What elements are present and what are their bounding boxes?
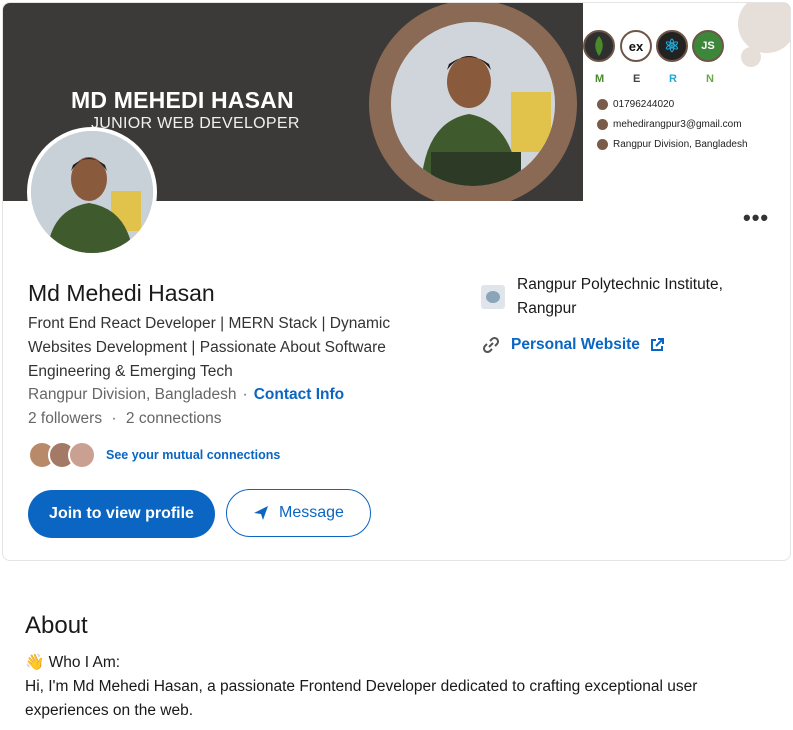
mern-letter-e: E xyxy=(633,73,641,85)
banner-photo xyxy=(391,22,555,186)
decorative-dot xyxy=(741,47,761,67)
profile-network-row: 2 followers · 2 connections xyxy=(28,410,222,428)
profile-card: MD MEHEDI HASAN JUNIOR WEB DEVELOPER ex … xyxy=(2,2,791,561)
banner-role: JUNIOR WEB DEVELOPER xyxy=(91,115,300,132)
mutual-avatar xyxy=(68,441,96,469)
banner-name: MD MEHEDI HASAN xyxy=(71,87,294,113)
external-link-icon[interactable] xyxy=(650,338,664,352)
banner-phone-text: 01796244020 xyxy=(613,99,675,110)
about-heading: About xyxy=(25,612,88,639)
express-icon: ex xyxy=(620,30,652,62)
website-entry[interactable]: Personal Website xyxy=(481,335,664,355)
link-chain-icon xyxy=(482,336,500,354)
avatar[interactable] xyxy=(27,127,157,257)
about-who-i-am: 👋 Who I Am: xyxy=(25,653,120,672)
send-icon xyxy=(254,506,269,520)
banner-address-text: Rangpur Division, Bangladesh xyxy=(613,139,748,150)
about-who-label: Who I Am: xyxy=(48,654,121,671)
message-label: Message xyxy=(279,504,344,521)
phone-icon xyxy=(597,99,608,110)
school-name[interactable]: Rangpur Polytechnic Institute, Rangpur xyxy=(517,273,757,321)
location-pin-icon xyxy=(597,139,608,150)
banner-photo-ring xyxy=(369,3,577,201)
mongodb-leaf-icon xyxy=(583,30,615,62)
banner-email-text: mehedirangpur3@gmail.com xyxy=(613,119,742,130)
followers-count: 2 followers xyxy=(28,410,103,427)
separator-dot: · xyxy=(111,410,117,427)
message-button[interactable]: Message xyxy=(226,489,371,537)
mutual-connections[interactable]: See your mutual connections xyxy=(28,441,280,469)
about-text: Hi, I'm Md Mehedi Hasan, a passionate Fr… xyxy=(25,678,698,719)
education-entry[interactable]: Rangpur Polytechnic Institute, Rangpur xyxy=(481,273,757,321)
banner-address: Rangpur Division, Bangladesh xyxy=(597,139,748,150)
mern-letter-m: M xyxy=(595,73,605,85)
profile-name: Md Mehedi Hasan xyxy=(28,280,215,306)
mern-letter-r: R xyxy=(669,73,677,85)
connections-count: 2 connections xyxy=(125,410,222,427)
more-options-button[interactable]: ••• xyxy=(743,207,769,229)
mutual-connections-link[interactable]: See your mutual connections xyxy=(106,448,280,462)
nodejs-icon: JS xyxy=(692,30,724,62)
profile-location-row: Rangpur Division, Bangladesh · Contact Inf… xyxy=(28,386,344,404)
school-logo-icon xyxy=(481,285,505,309)
banner-email: mehedirangpur3@gmail.com xyxy=(597,119,742,130)
mern-letter-n: N xyxy=(706,73,714,85)
contact-info-link[interactable]: Contact Info xyxy=(254,386,344,403)
join-to-view-profile-button[interactable]: Join to view profile xyxy=(28,490,215,538)
react-atom-icon: ⚛ xyxy=(656,30,688,62)
profile-headline: Front End React Developer | MERN Stack |… xyxy=(28,315,391,380)
banner-phone: 01796244020 xyxy=(597,99,674,110)
personal-website-link[interactable]: Personal Website xyxy=(511,336,640,354)
avatar-photo xyxy=(31,131,153,253)
mail-icon xyxy=(597,119,608,130)
profile-location: Rangpur Division, Bangladesh xyxy=(28,386,237,403)
waving-hand-icon: 👋 xyxy=(25,654,45,671)
separator-dot: · xyxy=(242,386,248,403)
